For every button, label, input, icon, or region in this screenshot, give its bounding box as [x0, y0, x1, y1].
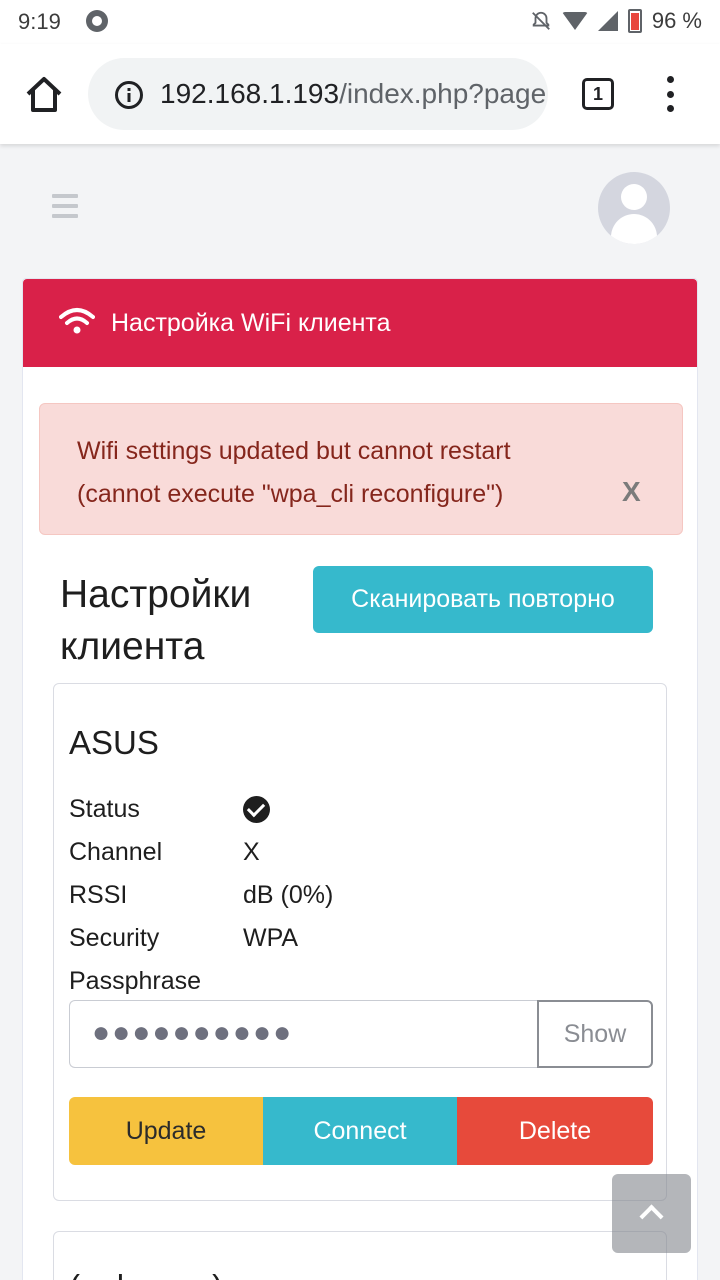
scroll-to-top-button[interactable] — [612, 1174, 691, 1253]
card-title: Настройка WiFi клиента — [111, 309, 391, 337]
wifi-icon — [59, 308, 95, 334]
tab-switcher-button[interactable]: 1 — [582, 78, 614, 110]
passphrase-group: ●●●●●●●●●● Show — [69, 1000, 653, 1068]
status-bar: 9:19 96 % — [0, 0, 720, 44]
bell-off-icon — [531, 11, 550, 30]
check-circle-icon — [243, 796, 270, 823]
network-card-2: (unknown) — [53, 1231, 667, 1280]
info-value: X — [243, 838, 260, 866]
info-label: Security — [69, 924, 160, 952]
info-label: RSSI — [69, 881, 128, 909]
info-row-passphrase: Passphrase — [69, 960, 333, 1003]
network-ssid: ASUS — [69, 724, 159, 761]
alert-message: Wifi settings updated but cannot restart… — [77, 437, 511, 508]
section-title: Настройки клиента — [60, 573, 252, 668]
battery-percent: 96 % — [651, 8, 702, 33]
error-alert: Wifi settings updated but cannot restart… — [39, 403, 683, 535]
info-row-security: Security WPA — [69, 917, 333, 960]
app-notification-icon — [86, 10, 108, 32]
browser-toolbar: 192.168.1.193/index.php?page 1 — [0, 44, 720, 144]
address-bar[interactable]: 192.168.1.193/index.php?page — [88, 58, 548, 130]
wifi-client-card: Настройка WiFi клиента Wifi settings upd… — [22, 278, 698, 1280]
network-ssid-2: (unknown) — [69, 1268, 223, 1280]
card-header: Настройка WiFi клиента — [23, 279, 697, 367]
info-icon[interactable] — [114, 80, 144, 110]
user-avatar[interactable] — [598, 172, 670, 244]
home-icon[interactable] — [22, 74, 66, 114]
status-time: 9:19 — [18, 9, 61, 34]
update-button[interactable]: Update — [69, 1097, 263, 1165]
url-host: 192.168.1.193 — [160, 78, 340, 109]
info-row-channel: Channel X — [69, 831, 333, 874]
info-row-rssi: RSSI dB (0%) — [69, 874, 333, 917]
passphrase-input[interactable]: ●●●●●●●●●● — [69, 1000, 539, 1068]
show-passphrase-button[interactable]: Show — [537, 1000, 653, 1068]
info-label: Passphrase — [69, 967, 202, 995]
network-card: ASUS Status Channel X RSSI dB (0%) Secur… — [53, 683, 667, 1201]
connect-button[interactable]: Connect — [263, 1097, 457, 1165]
network-actions: Update Connect Delete — [69, 1097, 653, 1165]
delete-button[interactable]: Delete — [457, 1097, 653, 1165]
info-value: WPA — [243, 924, 299, 952]
overflow-menu-icon[interactable] — [660, 76, 680, 112]
alert-close-button[interactable]: X — [622, 476, 641, 508]
rescan-button[interactable]: Сканировать повторно — [313, 566, 653, 633]
battery-icon — [627, 9, 642, 33]
network-info-table: Status Channel X RSSI dB (0%) Security W… — [69, 788, 333, 1003]
url-path: /index.php?page — [339, 78, 547, 109]
cell-signal-icon — [597, 11, 618, 31]
status-icons: 96 % — [530, 8, 702, 34]
url-text[interactable]: 192.168.1.193/index.php?page — [160, 78, 546, 110]
info-row-status: Status — [69, 788, 333, 831]
hamburger-menu-icon[interactable] — [52, 194, 78, 218]
info-label: Status — [69, 795, 140, 823]
info-label: Channel — [69, 838, 163, 866]
wifi-signal-icon — [561, 12, 588, 30]
info-value: dB (0%) — [243, 881, 334, 909]
